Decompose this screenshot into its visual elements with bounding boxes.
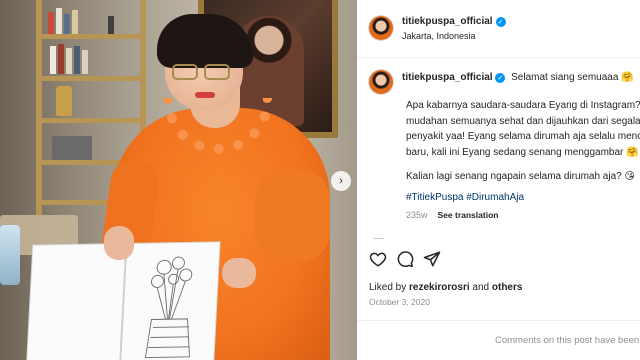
caption-line: baru, kali ini Eyang sedang senang mengg… — [406, 146, 624, 158]
author-line: titiekpuspa_official ✓ — [402, 16, 506, 27]
caption-first-line: titiekpuspa_official ✓ Selamat siang sem… — [402, 72, 634, 83]
comments-divider — [374, 238, 384, 239]
likes-summary: Liked by rezekirorosri and others — [369, 282, 522, 293]
book-row — [50, 44, 130, 74]
hugging-emoji: 🤗 — [621, 72, 634, 83]
post-date[interactable]: October 3, 2020 — [369, 297, 430, 307]
post-location[interactable]: Jakarta, Indonesia — [402, 31, 476, 41]
caption-body: Apa kabarnya saudara-saudara Eyang di In… — [406, 98, 640, 194]
flower-vase-drawing — [144, 256, 193, 359]
next-image-button[interactable]: › — [331, 171, 351, 191]
post-age[interactable]: 235w — [406, 210, 428, 220]
book-stack — [52, 136, 92, 160]
chevron-right-icon: › — [339, 174, 343, 187]
action-bar — [369, 250, 441, 268]
comment-footer: Comments on this post have been limited. — [357, 320, 640, 360]
heart-icon[interactable] — [369, 250, 387, 268]
caption-meta: 235w See translation — [406, 210, 498, 220]
caption-line: mudahan semuanya sehat dan dijauhkan dar… — [406, 115, 640, 127]
post-sidebar: titiekpuspa_official ✓ Jakarta, Indonesi… — [357, 0, 640, 360]
avatar[interactable] — [369, 16, 393, 40]
see-translation-button[interactable]: See translation — [438, 210, 499, 220]
post-photo[interactable]: › — [0, 0, 357, 360]
comment-icon[interactable] — [396, 250, 414, 268]
glasses — [172, 64, 198, 80]
hashtags-link[interactable]: #TitiekPuspa #DirumahAja — [406, 192, 524, 203]
caption-line: Apa kabarnya saudara-saudara Eyang di In… — [406, 100, 640, 111]
post-header: titiekpuspa_official ✓ Jakarta, Indonesi… — [357, 0, 640, 58]
caption-greeting: Selamat siang semuaaa — [511, 72, 619, 83]
verified-badge-icon: ✓ — [495, 73, 506, 83]
sketchbook — [26, 242, 220, 360]
glasses — [204, 64, 230, 80]
trophy — [56, 86, 72, 116]
liked-by-others[interactable]: others — [492, 282, 523, 293]
send-icon[interactable] — [423, 250, 441, 268]
liked-by-user[interactable]: rezekirorosri — [409, 282, 470, 293]
shelf-board — [36, 118, 146, 123]
liked-by-prefix: Liked by — [369, 282, 407, 293]
right-arm — [255, 170, 330, 262]
caption-line: penyakit yaa! Eyang selama dirumah aja s… — [406, 131, 640, 142]
shelf-board — [36, 76, 146, 81]
caption: titiekpuspa_official ✓ Selamat siang sem… — [357, 58, 640, 318]
hugging-emoji: 🤗 — [626, 146, 639, 158]
left-hand — [104, 226, 134, 260]
shelf-board — [36, 34, 146, 39]
author-username[interactable]: titiekpuspa_official — [402, 16, 493, 27]
right-hand — [222, 258, 256, 288]
avatar[interactable] — [369, 70, 393, 94]
caption-line: Kalian lagi senang ngapain selama diruma… — [406, 171, 622, 182]
water-bottle — [0, 225, 20, 285]
caption-username[interactable]: titiekpuspa_official — [402, 72, 493, 83]
liked-by-conj: and — [472, 282, 490, 293]
lips — [195, 92, 215, 98]
kiss-emoji: 😘 — [624, 171, 635, 182]
verified-badge-icon: ✓ — [495, 16, 506, 27]
book-row — [48, 8, 128, 34]
comments-limited-notice: Comments on this post have been limited. — [495, 335, 640, 346]
